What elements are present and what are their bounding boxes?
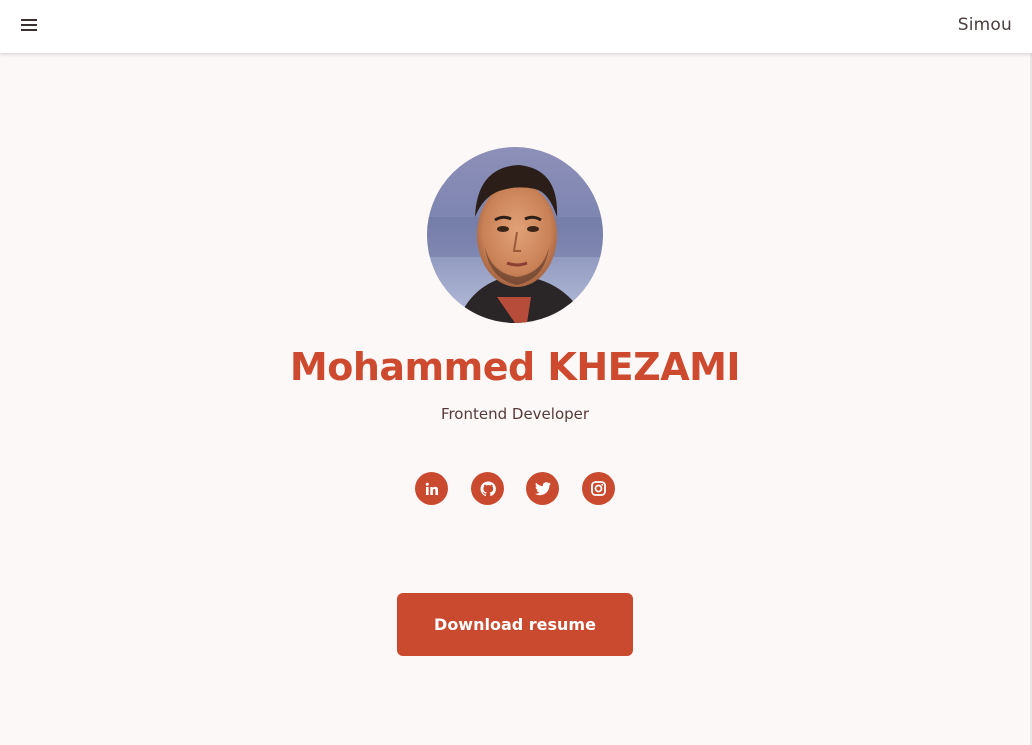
twitter-button[interactable] — [526, 472, 559, 505]
download-resume-button[interactable]: Download resume — [397, 593, 633, 656]
linkedin-icon — [425, 482, 438, 495]
top-app-bar: Simou — [0, 0, 1032, 53]
hamburger-menu-icon — [21, 19, 37, 31]
profile-name: Mohammed KHEZAMI — [289, 345, 741, 389]
linkedin-button[interactable] — [415, 472, 448, 505]
profile-photo — [427, 147, 603, 323]
instagram-icon — [591, 481, 606, 496]
twitter-icon — [534, 481, 551, 495]
github-button[interactable] — [471, 472, 504, 505]
social-links — [415, 472, 617, 506]
brand-title[interactable]: Simou — [958, 15, 1012, 35]
instagram-button[interactable] — [582, 472, 615, 505]
profile-role: Frontend Developer — [440, 405, 590, 423]
hero-section: Mohammed KHEZAMI Frontend Developer Down… — [0, 53, 1030, 745]
github-icon — [480, 480, 496, 496]
menu-button[interactable] — [16, 12, 42, 38]
